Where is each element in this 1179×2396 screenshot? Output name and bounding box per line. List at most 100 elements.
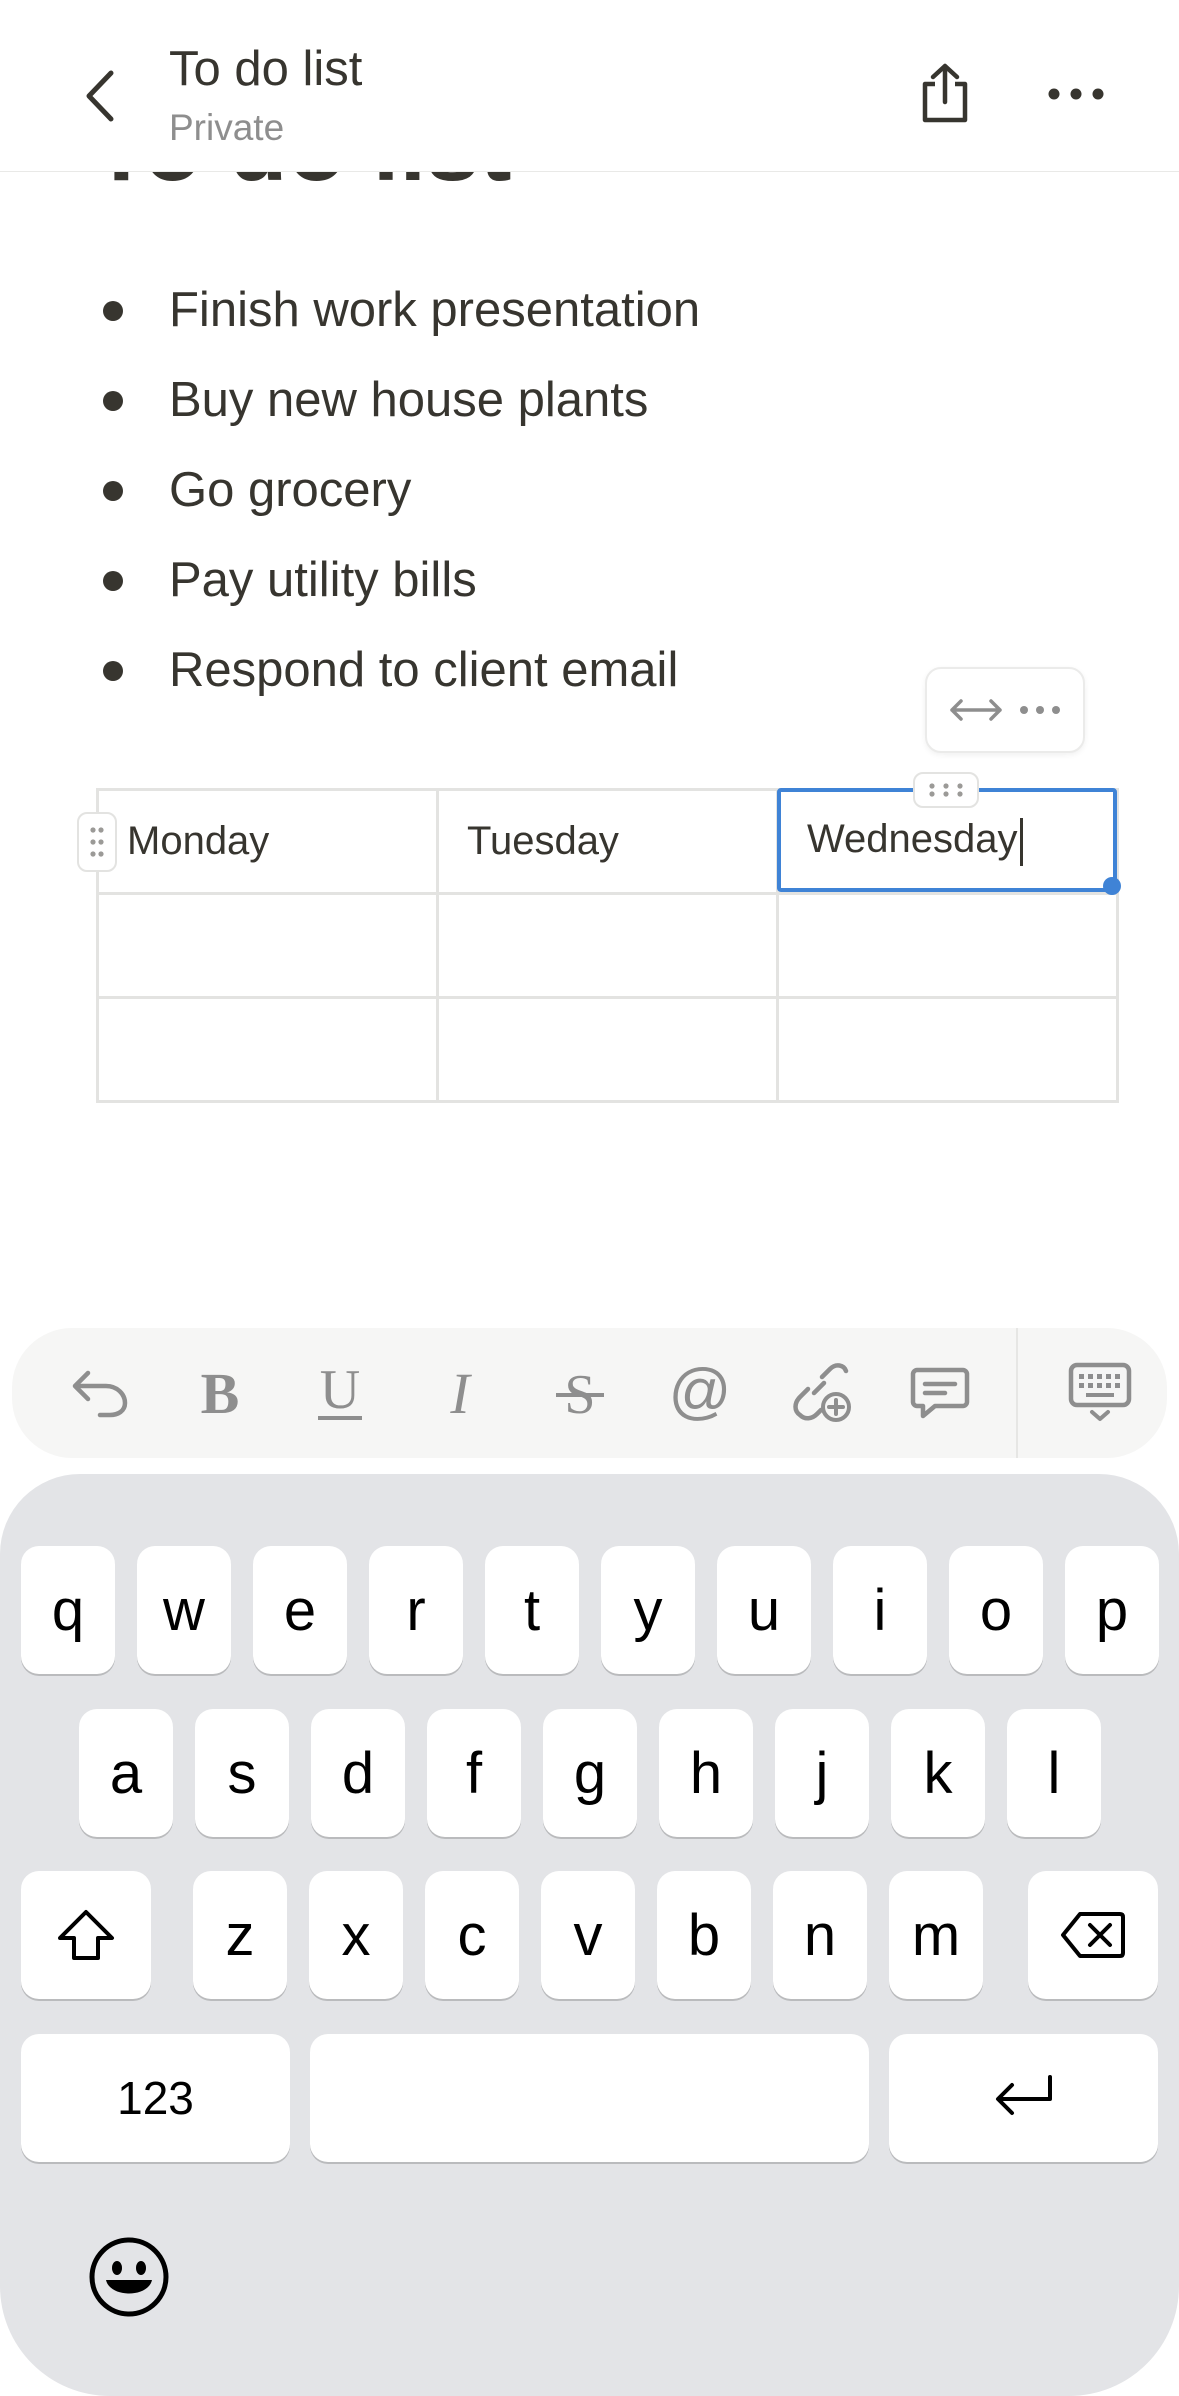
list-item[interactable]: Go grocery bbox=[0, 460, 900, 520]
key-j[interactable]: j bbox=[775, 1709, 869, 1837]
key-x[interactable]: x bbox=[309, 1871, 403, 1999]
italic-button[interactable]: I bbox=[410, 1328, 510, 1458]
key-w[interactable]: w bbox=[137, 1546, 231, 1674]
header-title: To do list bbox=[169, 42, 363, 96]
list-item-text: Respond to client email bbox=[169, 643, 679, 697]
table-cell[interactable]: Tuesday bbox=[436, 788, 779, 895]
key-q[interactable]: q bbox=[21, 1546, 115, 1674]
drag-grip-icon bbox=[90, 827, 104, 857]
underline-button[interactable]: U bbox=[290, 1328, 390, 1458]
shift-key[interactable] bbox=[21, 1871, 151, 1999]
row-drag-handle[interactable] bbox=[77, 812, 117, 872]
key-h[interactable]: h bbox=[659, 1709, 753, 1837]
bullet-dot bbox=[103, 661, 123, 681]
comment-icon bbox=[910, 1367, 970, 1419]
key-o[interactable]: o bbox=[949, 1546, 1043, 1674]
list-item[interactable]: Finish work presentation bbox=[0, 280, 900, 340]
svg-text:B: B bbox=[201, 1365, 240, 1421]
bullet-dot bbox=[103, 481, 123, 501]
link-add-icon bbox=[793, 1363, 851, 1422]
mention-icon: @ bbox=[669, 1362, 731, 1424]
table-more-button[interactable] bbox=[1018, 704, 1062, 716]
strikethrough-button[interactable]: S bbox=[530, 1328, 630, 1458]
hide-keyboard-button[interactable] bbox=[1050, 1328, 1150, 1458]
more-options-button[interactable] bbox=[1036, 54, 1116, 134]
key-z[interactable]: z bbox=[193, 1871, 287, 1999]
svg-text:U: U bbox=[320, 1362, 360, 1421]
key-g[interactable]: g bbox=[543, 1709, 637, 1837]
top-navigation-bar: To do list Private bbox=[0, 0, 1179, 172]
share-icon bbox=[922, 63, 968, 123]
drag-grip-icon bbox=[929, 783, 963, 797]
emoji-icon bbox=[89, 2237, 169, 2317]
keyboard-hide-icon bbox=[1068, 1362, 1132, 1421]
emoji-button[interactable] bbox=[84, 2232, 174, 2322]
list-item[interactable]: Pay utility bills bbox=[0, 550, 900, 610]
header-subtitle: Private bbox=[169, 107, 285, 148]
key-k[interactable]: k bbox=[891, 1709, 985, 1837]
toolbar-divider bbox=[1016, 1328, 1018, 1458]
key-s[interactable]: s bbox=[195, 1709, 289, 1837]
list-item[interactable]: Respond to client email bbox=[0, 640, 900, 700]
undo-button[interactable] bbox=[50, 1328, 150, 1458]
add-link-button[interactable] bbox=[770, 1328, 870, 1458]
key-d[interactable]: d bbox=[311, 1709, 405, 1837]
strikethrough-icon: S bbox=[556, 1365, 604, 1421]
key-f[interactable]: f bbox=[427, 1709, 521, 1837]
return-icon bbox=[995, 2075, 1052, 2115]
key-i[interactable]: i bbox=[833, 1546, 927, 1674]
bullet-dot bbox=[103, 571, 123, 591]
table-cell[interactable] bbox=[776, 892, 1119, 999]
bullet-dot bbox=[103, 301, 123, 321]
formatting-toolbar: B U I S @ bbox=[12, 1328, 1167, 1458]
svg-text:@: @ bbox=[669, 1362, 731, 1424]
table-cell[interactable] bbox=[96, 996, 439, 1103]
key-m[interactable]: m bbox=[889, 1871, 983, 1999]
arrows-horizontal-icon bbox=[949, 699, 1002, 721]
more-horizontal-icon bbox=[1019, 706, 1060, 714]
key-n[interactable]: n bbox=[773, 1871, 867, 1999]
key-v[interactable]: v bbox=[541, 1871, 635, 1999]
numbers-key[interactable]: 123 bbox=[21, 2034, 290, 2162]
key-t[interactable]: t bbox=[485, 1546, 579, 1674]
list-item-text: Go grocery bbox=[169, 463, 412, 517]
mention-button[interactable]: @ bbox=[650, 1328, 750, 1458]
italic-icon: I bbox=[449, 1365, 472, 1421]
table-cell[interactable] bbox=[436, 892, 779, 999]
selection-resize-handle[interactable] bbox=[1103, 877, 1121, 895]
list-item[interactable]: Buy new house plants bbox=[0, 370, 900, 430]
backspace-key[interactable] bbox=[1028, 1871, 1158, 1999]
chevron-left-icon bbox=[86, 70, 114, 122]
key-e[interactable]: e bbox=[253, 1546, 347, 1674]
key-u[interactable]: u bbox=[717, 1546, 811, 1674]
key-l[interactable]: l bbox=[1007, 1709, 1101, 1837]
back-button[interactable] bbox=[70, 56, 130, 136]
bold-button[interactable]: B bbox=[170, 1328, 270, 1458]
comment-button[interactable] bbox=[890, 1328, 990, 1458]
more-horizontal-icon bbox=[1048, 88, 1104, 100]
column-drag-handle[interactable] bbox=[913, 772, 979, 808]
table-cell[interactable] bbox=[776, 996, 1119, 1103]
table-row bbox=[96, 892, 1119, 999]
share-button[interactable] bbox=[905, 54, 985, 134]
table-cell[interactable] bbox=[96, 892, 439, 999]
bold-icon: B bbox=[201, 1365, 240, 1421]
key-r[interactable]: r bbox=[369, 1546, 463, 1674]
table-cell[interactable]: Monday bbox=[96, 788, 439, 895]
undo-icon bbox=[72, 1370, 128, 1418]
return-key[interactable] bbox=[889, 2034, 1158, 2162]
list-item-text: Finish work presentation bbox=[169, 283, 701, 337]
key-c[interactable]: c bbox=[425, 1871, 519, 1999]
resize-width-button[interactable] bbox=[949, 697, 1003, 723]
backspace-icon bbox=[1061, 1912, 1125, 1958]
list-item-text: Buy new house plants bbox=[169, 373, 649, 427]
key-p[interactable]: p bbox=[1065, 1546, 1159, 1674]
svg-text:I: I bbox=[449, 1365, 472, 1421]
table-row bbox=[96, 996, 1119, 1103]
key-b[interactable]: b bbox=[657, 1871, 751, 1999]
key-y[interactable]: y bbox=[601, 1546, 695, 1674]
key-a[interactable]: a bbox=[79, 1709, 173, 1837]
underline-icon: U bbox=[318, 1362, 362, 1421]
space-key[interactable] bbox=[310, 2034, 869, 2162]
table-cell[interactable] bbox=[436, 996, 779, 1103]
